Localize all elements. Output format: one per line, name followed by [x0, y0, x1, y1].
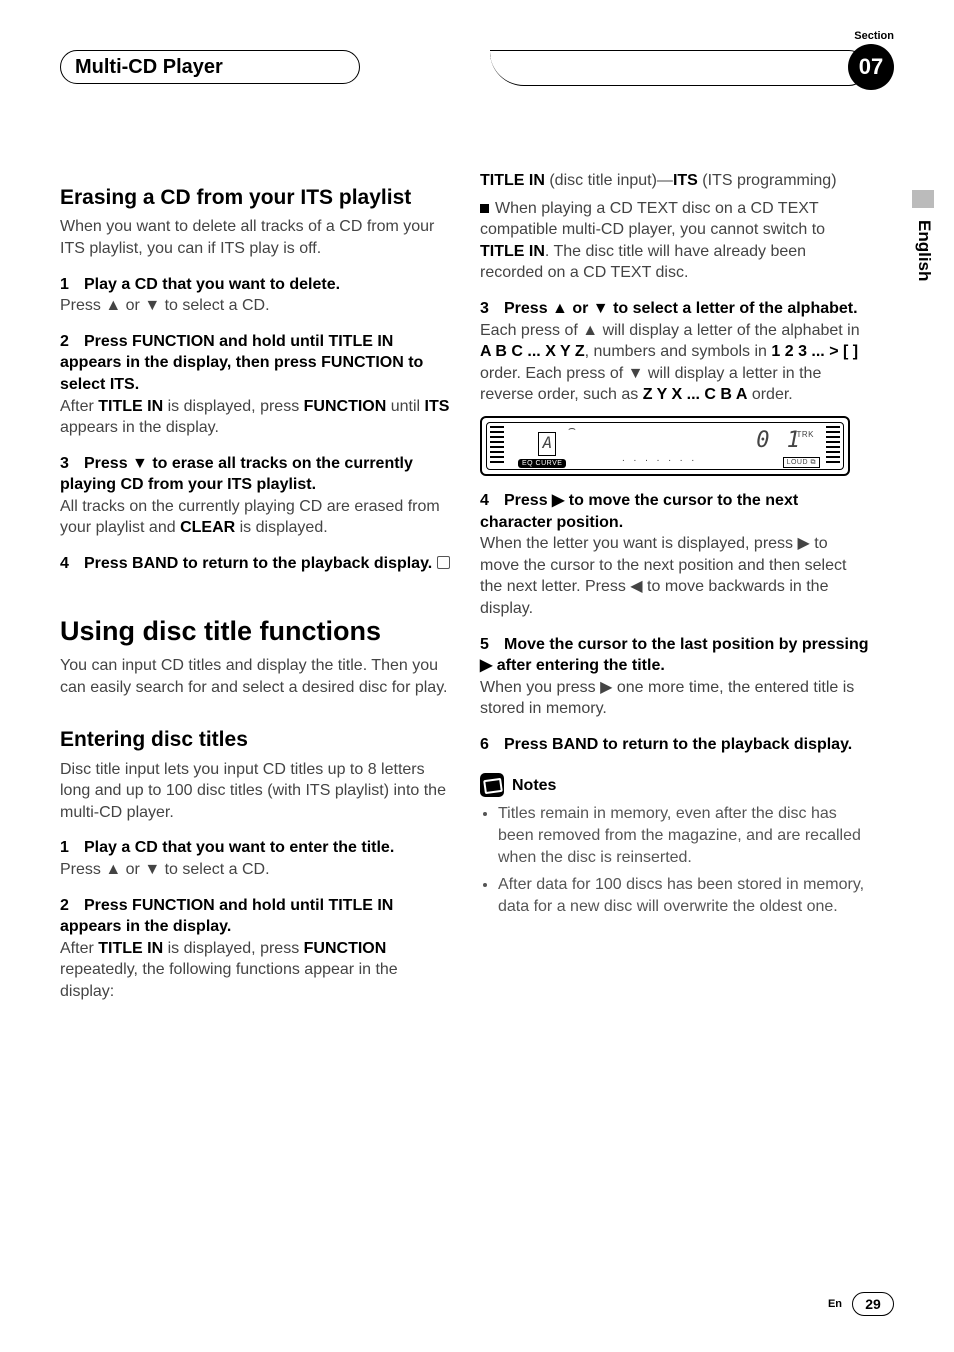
- erase-step4-head: 4Press BAND to return to the playback di…: [60, 553, 450, 575]
- list-item: After data for 100 discs has been stored…: [498, 874, 870, 917]
- notes-header: Notes: [480, 773, 870, 797]
- bullet-icon: [480, 204, 489, 213]
- chapter-title: Multi-CD Player: [75, 56, 223, 79]
- cdtext-note: When playing a CD TEXT disc on a CD TEXT…: [480, 198, 870, 284]
- enter-step1-head: 1Play a CD that you want to enter the ti…: [60, 837, 450, 859]
- erase-step1-head: 1Play a CD that you want to delete.: [60, 274, 450, 296]
- list-item: Titles remain in memory, even after the …: [498, 803, 870, 868]
- right-icon: ▶: [600, 679, 612, 696]
- up-icon: ▲: [105, 297, 121, 314]
- erase-step2-head: 2Press FUNCTION and hold until TITLE IN …: [60, 331, 450, 396]
- erase-step1-body: Press ▲ or ▼ to select a CD.: [60, 295, 450, 317]
- down-icon: ▼: [593, 300, 609, 317]
- enter-step2-body: After TITLE IN is displayed, press FUNCT…: [60, 938, 450, 1003]
- end-of-section-icon: [437, 556, 450, 569]
- section-label: Section: [854, 30, 894, 42]
- up-icon: ▲: [105, 861, 121, 878]
- enter-step3-body: Each press of ▲ will display a letter of…: [480, 320, 870, 406]
- notes-icon: [480, 773, 504, 797]
- enter-step2-head: 2Press FUNCTION and hold until TITLE IN …: [60, 895, 450, 938]
- enter-intro: Disc title input lets you input CD title…: [60, 759, 450, 824]
- notes-list: Titles remain in memory, even after the …: [498, 803, 870, 917]
- display-dots: . . . . . . .: [622, 452, 697, 466]
- enter-step5-body: When you press ▶ one more time, the ente…: [480, 677, 870, 720]
- display-track-number: 0 1: [756, 426, 802, 456]
- notes-title: Notes: [512, 775, 556, 797]
- heading-erase-cd: Erasing a CD from your ITS playlist: [60, 184, 450, 212]
- heading-entering-disc-titles: Entering disc titles: [60, 726, 450, 754]
- heading-using-disc-title: Using disc title functions: [60, 613, 450, 649]
- chapter-title-pill: Multi-CD Player: [60, 50, 360, 84]
- page-header: Section Multi-CD Player 07: [60, 30, 894, 100]
- display-eq-label: EQ CURVE: [518, 459, 566, 468]
- up-icon: ▲: [552, 300, 568, 317]
- enter-step6-head: 6Press BAND to return to the playback di…: [480, 734, 870, 756]
- footer-page-number: 29: [852, 1292, 894, 1316]
- erase-intro: When you want to delete all tracks of a …: [60, 216, 450, 259]
- down-icon: ▼: [132, 455, 148, 472]
- enter-step1-body: Press ▲ or ▼ to select a CD.: [60, 859, 450, 881]
- erase-step3-body: All tracks on the currently playing CD a…: [60, 496, 450, 539]
- enter-step4-head: 4Press ▶ to move the cursor to the next …: [480, 490, 870, 533]
- display-left-bars-icon: [490, 426, 504, 466]
- down-icon: ▼: [144, 861, 160, 878]
- language-tab: English: [914, 220, 934, 281]
- up-icon: ▲: [582, 322, 598, 339]
- display-cursor-arc-icon: ⌢: [568, 420, 576, 436]
- right-column: TITLE IN (disc title input)—ITS (ITS pro…: [480, 170, 870, 1003]
- chapter-right-bracket: [490, 50, 866, 86]
- erase-step2-body: After TITLE IN is displayed, press FUNCT…: [60, 396, 450, 439]
- using-intro: You can input CD titles and display the …: [60, 655, 450, 698]
- right-icon: ▶: [480, 657, 492, 674]
- display-title-area: ⌢ A: [516, 426, 636, 454]
- down-icon: ▼: [144, 297, 160, 314]
- function-list-line: TITLE IN (disc title input)—ITS (ITS pro…: [480, 170, 870, 192]
- display-char-cell: A: [538, 432, 556, 456]
- lcd-display-illustration: ⌢ A . . . . . . . EQ CURVE TRK 0 1 LOUD …: [480, 416, 850, 476]
- display-right-bars-icon: [826, 426, 840, 466]
- enter-step5-head: 5Move the cursor to the last position by…: [480, 634, 870, 677]
- erase-step3-head: 3Press ▼ to erase all tracks on the curr…: [60, 453, 450, 496]
- chapter-number-badge: 07: [848, 44, 894, 90]
- language-tab-marker: [912, 190, 934, 208]
- left-column: Erasing a CD from your ITS playlist When…: [60, 170, 450, 1003]
- left-icon: ◀: [630, 578, 642, 595]
- display-loud-label: LOUD ⧉: [783, 457, 820, 468]
- page-footer: En 29: [828, 1292, 894, 1316]
- enter-step4-body: When the letter you want is displayed, p…: [480, 533, 870, 619]
- down-icon: ▼: [628, 365, 644, 382]
- chapter-number: 07: [859, 54, 883, 80]
- right-icon: ▶: [798, 535, 810, 552]
- enter-step3-head: 3Press ▲ or ▼ to select a letter of the …: [480, 298, 870, 320]
- right-icon: ▶: [552, 492, 564, 509]
- footer-lang: En: [828, 1298, 842, 1310]
